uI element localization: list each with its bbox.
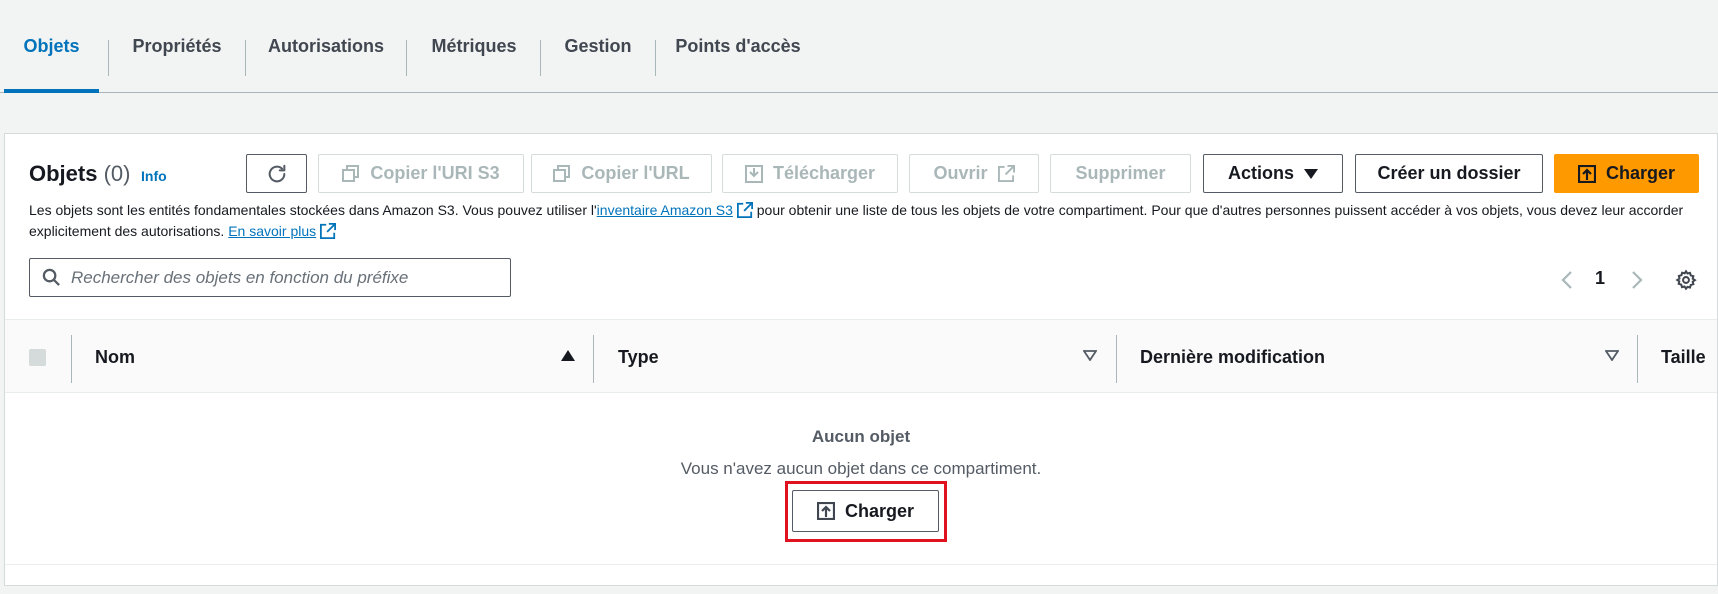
search-input[interactable] [71, 267, 491, 288]
open-label: Ouvrir [933, 163, 988, 183]
tab-divider [245, 40, 246, 76]
column-divider [1637, 335, 1638, 383]
tab-divider [108, 40, 109, 76]
tab-metriques[interactable]: Métriques [416, 0, 532, 92]
delete-label: Supprimer [1075, 163, 1166, 183]
create-folder-label: Créer un dossier [1377, 163, 1521, 183]
column-divider [1116, 335, 1117, 383]
download-icon [744, 164, 763, 183]
tab-autorisations[interactable]: Autorisations [255, 0, 397, 92]
learn-more-link[interactable]: En savoir plus [228, 223, 316, 239]
table-header: Nom Type Dernière modification Taille [5, 319, 1717, 393]
column-divider [593, 335, 594, 383]
empty-state-upload-button[interactable]: Charger [792, 490, 939, 532]
objects-description: Les objets sont les entités fondamentale… [29, 200, 1699, 242]
inventory-link[interactable]: inventaire Amazon S3 [597, 202, 733, 218]
panel-title: Objets (0) [29, 161, 130, 187]
sort-ascending-icon[interactable] [561, 350, 575, 361]
tab-gestion[interactable]: Gestion [550, 0, 646, 92]
panel-title-text: Objets [29, 161, 98, 186]
info-link[interactable]: Info [141, 168, 167, 184]
open-button[interactable]: Ouvrir [909, 154, 1039, 193]
external-link-icon [320, 223, 337, 239]
search-icon [42, 268, 60, 286]
tab-divider [406, 40, 407, 76]
upload-label: Charger [1605, 163, 1676, 183]
sort-icon[interactable] [1605, 350, 1619, 361]
column-divider [71, 335, 72, 383]
refresh-icon [268, 164, 285, 182]
search-box [29, 258, 511, 297]
tab-objets[interactable]: Objets [4, 0, 99, 93]
next-page-icon[interactable] [1631, 270, 1643, 290]
actions-label: Actions [1227, 163, 1294, 183]
settings-gear-icon[interactable] [1675, 269, 1697, 291]
tab-proprietes[interactable]: Propriétés [118, 0, 236, 92]
empty-state-upload-label: Charger [844, 500, 915, 521]
download-label: Télécharger [772, 163, 876, 183]
copy-icon [553, 164, 571, 182]
upload-button[interactable]: Charger [1554, 154, 1699, 193]
tab-points-acces[interactable]: Points d'accès [665, 0, 811, 92]
column-header-size[interactable]: Taille [1661, 320, 1706, 394]
caret-down-icon [1304, 168, 1318, 179]
empty-state-message: Vous n'avez aucun objet dans ce comparti… [680, 459, 1042, 478]
external-link-icon [736, 202, 753, 218]
description-text-1: Les objets sont les entités fondamentale… [29, 202, 597, 218]
copy-icon [342, 164, 360, 182]
upload-icon [816, 502, 835, 520]
select-all-checkbox[interactable] [29, 349, 46, 366]
refresh-button[interactable] [246, 154, 307, 193]
objects-panel: Objets (0) Info Copier l'URI S3 Copier l… [4, 133, 1718, 586]
object-count: (0) [103, 161, 131, 186]
page-number[interactable]: 1 [1595, 268, 1605, 289]
upload-icon [1577, 164, 1596, 183]
column-header-type[interactable]: Type [618, 320, 659, 394]
column-header-last-modified[interactable]: Dernière modification [1140, 320, 1325, 394]
column-header-name[interactable]: Nom [95, 320, 135, 394]
sort-icon[interactable] [1083, 350, 1097, 361]
copy-url-label: Copier l'URL [581, 163, 690, 183]
delete-button[interactable]: Supprimer [1050, 154, 1191, 193]
copy-s3-uri-label: Copier l'URI S3 [370, 163, 500, 183]
previous-page-icon[interactable] [1561, 270, 1573, 290]
tab-bar: Objets Propriétés Autorisations Métrique… [0, 0, 1718, 93]
create-folder-button[interactable]: Créer un dossier [1355, 154, 1543, 193]
copy-url-button[interactable]: Copier l'URL [531, 154, 712, 193]
table-bottom-border [5, 564, 1717, 565]
actions-dropdown[interactable]: Actions [1203, 154, 1343, 193]
external-link-icon [997, 165, 1015, 182]
copy-s3-uri-button[interactable]: Copier l'URI S3 [318, 154, 524, 193]
tab-divider [540, 40, 541, 76]
download-button[interactable]: Télécharger [722, 154, 898, 193]
tab-divider [655, 40, 656, 76]
empty-state-title: Aucun objet [811, 427, 911, 446]
